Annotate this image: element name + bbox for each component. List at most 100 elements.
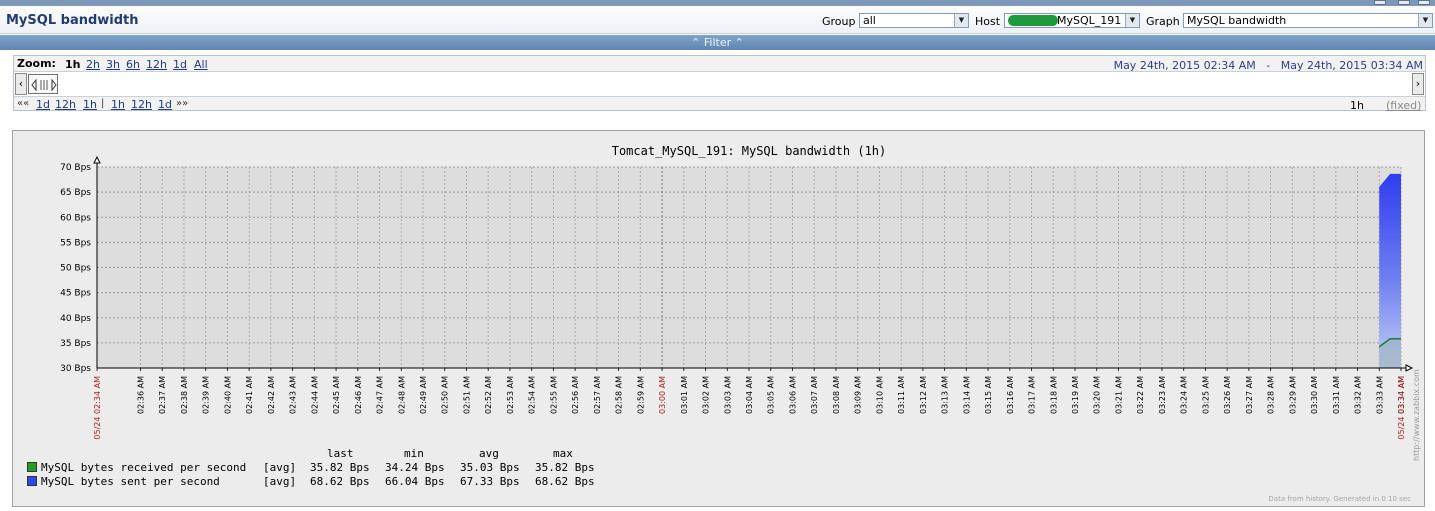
x-tick-label: 02:36 AM [136, 376, 145, 414]
legend-header-max: max [553, 447, 573, 460]
x-tick-label: 02:47 AM [376, 376, 385, 414]
back-12h[interactable]: 12h [55, 98, 76, 111]
y-tick-label: 55 Bps [60, 238, 91, 248]
zoom-2h[interactable]: 2h [86, 58, 100, 71]
chevron-right-icon: › [1415, 77, 1421, 90]
legend-header-last: last [327, 447, 354, 460]
window-button-1[interactable] [1374, 0, 1386, 5]
x-tick-label: 02:45 AM [332, 376, 341, 414]
x-tick-label: 05/24 02:34 AM [93, 376, 102, 440]
double-chevron-right-icon: »» [176, 98, 189, 109]
legend-avg-received: 35.03 Bps [460, 461, 520, 474]
x-tick-label: 02:41 AM [245, 376, 254, 414]
x-tick-label: 03:05 AM [767, 376, 776, 414]
x-tick-label: 03:01 AM [680, 376, 689, 414]
page-title: MySQL bandwidth [6, 13, 139, 28]
x-tick-label: 03:15 AM [984, 376, 993, 414]
fwd-1d[interactable]: 1d [158, 98, 172, 111]
x-tick-label: 03:32 AM [1354, 376, 1363, 414]
x-tick-label: 02:38 AM [180, 376, 189, 414]
chevron-down-icon: ▼ [1418, 14, 1432, 27]
graph-label: Graph [1146, 15, 1180, 28]
redaction-mark [1008, 15, 1058, 26]
group-select-value: all [863, 14, 876, 27]
x-tick-label: 03:29 AM [1288, 376, 1297, 414]
x-tick-label: 03:03 AM [723, 376, 732, 414]
x-tick-label: 02:43 AM [289, 376, 298, 414]
legend-last-received: 35.82 Bps [310, 461, 370, 474]
thumb-grip-icon [31, 78, 57, 92]
legend-func-sent: [avg] [263, 475, 297, 488]
window-button-2[interactable] [1398, 0, 1410, 5]
legend-max-sent: 68.62 Bps [535, 475, 595, 488]
x-tick-label: 02:51 AM [462, 376, 471, 414]
chevron-left-icon: ‹ [18, 77, 24, 90]
group-label: Group [822, 15, 856, 28]
legend-name-received: MySQL bytes received per second [41, 461, 247, 474]
scroll-right-button[interactable]: › [1412, 73, 1424, 95]
bandwidth-chart[interactable]: Tomcat_MySQL_191: MySQL bandwidth (1h) 30… [13, 131, 1424, 506]
x-tick-label: 02:54 AM [528, 376, 537, 414]
x-tick-label: 03:20 AM [1093, 376, 1102, 414]
x-tick-label: 02:39 AM [202, 376, 211, 414]
fwd-12h[interactable]: 12h [131, 98, 152, 111]
y-tick-label: 45 Bps [60, 289, 91, 299]
time-scrollbar[interactable]: ‹ › [14, 71, 1425, 97]
zoom-6h[interactable]: 6h [126, 58, 140, 71]
zoom-3h[interactable]: 3h [106, 58, 120, 71]
fwd-1h[interactable]: 1h [111, 98, 125, 111]
legend-last-sent: 68.62 Bps [310, 475, 370, 488]
y-tick-label: 70 Bps [60, 163, 91, 173]
zoom-1d[interactable]: 1d [173, 58, 187, 71]
y-axis-arrow-icon [93, 155, 101, 164]
y-tick-label: 35 Bps [60, 339, 91, 349]
host-select-value: MySQL_191 [1057, 14, 1122, 27]
x-tick-label: 03:26 AM [1223, 376, 1232, 414]
x-tick-label: 02:49 AM [419, 376, 428, 414]
zoom-12h[interactable]: 12h [146, 58, 167, 71]
x-tick-label: 02:55 AM [549, 376, 558, 414]
y-tick-label: 65 Bps [60, 188, 91, 198]
x-end-label: 05/24 03:34 AM [1397, 376, 1406, 440]
time-navigation-panel: Zoom: 1h 2h 3h 6h 12h 1d All May 24th, 2… [13, 55, 1426, 112]
scroll-thumb[interactable] [28, 74, 58, 94]
x-tick-label: 03:22 AM [1136, 376, 1145, 414]
x-tick-label: 03:06 AM [788, 376, 797, 414]
x-tick-label: 03:04 AM [745, 376, 754, 414]
host-label: Host [975, 15, 1001, 28]
y-tick-label: 30 Bps [60, 364, 91, 374]
graph-panel: Tomcat_MySQL_191: MySQL bandwidth (1h) 30… [12, 130, 1425, 507]
graph-select[interactable]: MySQL bandwidth ▼ [1183, 13, 1433, 28]
x-tick-label: 02:59 AM [636, 376, 645, 414]
x-tick-label: 03:07 AM [810, 376, 819, 414]
scroll-left-button[interactable]: ‹ [15, 73, 27, 95]
watermark: http://www.zabbix.com [1412, 369, 1421, 461]
x-tick-label: 03:21 AM [1114, 376, 1123, 414]
zoom-all[interactable]: All [194, 58, 208, 71]
x-tick-label: 02:48 AM [397, 376, 406, 414]
fixed-toggle[interactable]: (fixed) [1386, 99, 1421, 112]
x-tick-label: 02:44 AM [310, 376, 319, 414]
x-tick-label: 03:33 AM [1375, 376, 1384, 414]
graph-select-value: MySQL bandwidth [1187, 14, 1287, 27]
x-tick-label: 02:50 AM [441, 376, 450, 414]
legend-min-received: 34.24 Bps [385, 461, 445, 474]
period-length: 1h [1350, 99, 1364, 112]
filter-toggle[interactable]: ⌃ Filter ⌃ [0, 35, 1435, 50]
window-button-3[interactable] [1418, 0, 1430, 5]
legend-max-received: 35.82 Bps [535, 461, 595, 474]
zoom-1h[interactable]: 1h [65, 58, 81, 71]
group-select[interactable]: all ▼ [859, 13, 969, 28]
x-tick-label: 03:02 AM [702, 376, 711, 414]
legend-item-received: MySQL bytes received per second [27, 461, 246, 474]
back-1d[interactable]: 1d [36, 98, 50, 111]
back-1h[interactable]: 1h [83, 98, 97, 111]
legend-header-min: min [404, 447, 424, 460]
double-chevron-left-icon: «« [17, 98, 30, 109]
x-tick-label: 03:25 AM [1201, 376, 1210, 414]
y-tick-label: 60 Bps [60, 213, 91, 223]
x-tick-label: 02:57 AM [593, 376, 602, 414]
legend-min-sent: 66.04 Bps [385, 475, 445, 488]
y-tick-label: 50 Bps [60, 264, 91, 274]
host-select[interactable]: MySQL_191 ▼ [1004, 13, 1140, 28]
